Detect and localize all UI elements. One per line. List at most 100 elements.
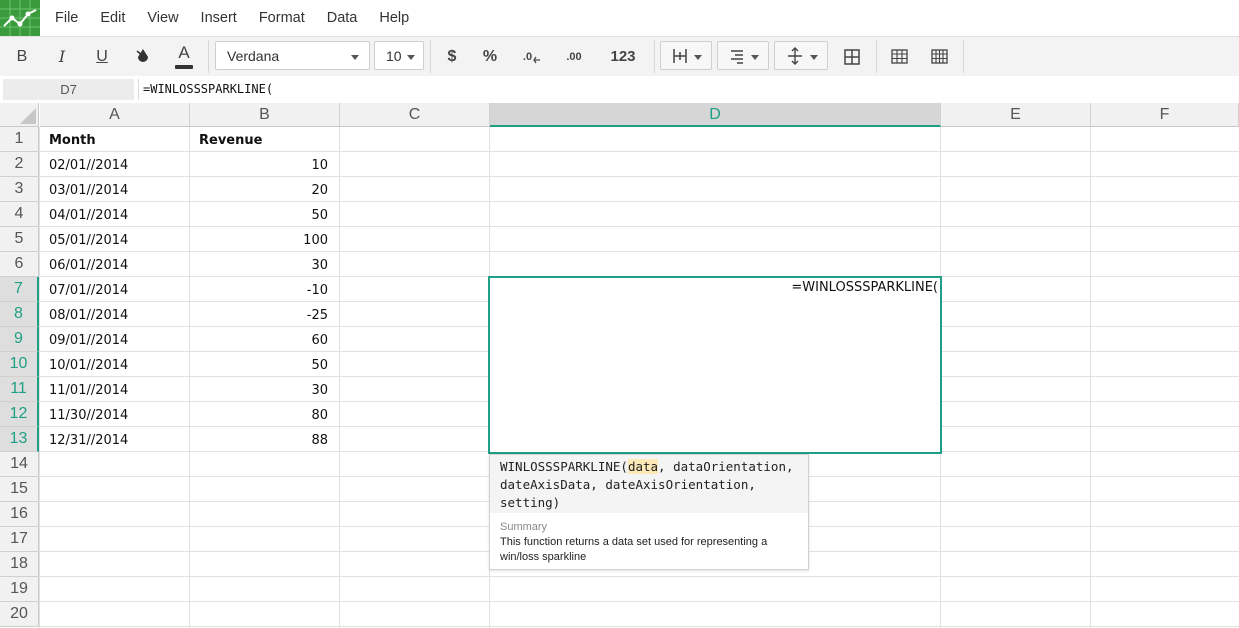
row-header-11[interactable]: 11 — [0, 377, 39, 402]
row-header-14[interactable]: 14 — [0, 452, 39, 477]
row-header-10[interactable]: 10 — [0, 352, 39, 377]
formula-input[interactable]: =WINLOSSSPARKLINE( — [138, 79, 1239, 100]
cell-b10[interactable]: 50 — [190, 353, 339, 378]
cell-b1[interactable]: Revenue — [199, 128, 262, 153]
column-header-b[interactable]: B — [190, 103, 340, 127]
row-header-17[interactable]: 17 — [0, 527, 39, 552]
cell-b3[interactable]: 20 — [190, 178, 339, 203]
function-tooltip: WINLOSSSPARKLINE(data, dataOrientation, … — [489, 454, 809, 570]
cell-a1[interactable]: Month — [49, 128, 189, 153]
borders-dropdown[interactable] — [660, 41, 712, 70]
cell-a11[interactable]: 11/01//2014 — [49, 378, 189, 403]
cell-b8[interactable]: -25 — [190, 303, 339, 328]
row-header-4[interactable]: 4 — [0, 202, 39, 227]
menu-file[interactable]: File — [44, 10, 89, 26]
decrease-decimal-button[interactable]: .0 — [516, 37, 548, 76]
cell-b7[interactable]: -10 — [190, 278, 339, 303]
row-header-12[interactable]: 12 — [0, 402, 39, 427]
row-header-7[interactable]: 7 — [0, 277, 39, 302]
menu-edit[interactable]: Edit — [89, 10, 136, 26]
bold-button[interactable]: B — [8, 37, 36, 76]
column-header-e[interactable]: E — [941, 103, 1091, 127]
fill-color-icon[interactable] — [128, 37, 158, 76]
summary-text: This function returns a data set used fo… — [500, 536, 768, 563]
row-header-5[interactable]: 5 — [0, 227, 39, 252]
cell-b2[interactable]: 10 — [190, 153, 339, 178]
column-header-c[interactable]: C — [340, 103, 490, 127]
cell-a4[interactable]: 04/01//2014 — [49, 203, 189, 228]
name-box[interactable]: D7 — [3, 79, 134, 100]
row-header-8[interactable]: 8 — [0, 302, 39, 327]
cell-a6[interactable]: 06/01//2014 — [49, 253, 189, 278]
column-header-d[interactable]: D — [490, 103, 941, 127]
cell-b13[interactable]: 88 — [190, 428, 339, 453]
row-header-20[interactable]: 20 — [0, 602, 39, 627]
cell-a8[interactable]: 08/01//2014 — [49, 303, 189, 328]
row-header-2[interactable]: 2 — [0, 152, 39, 177]
menu-help[interactable]: Help — [368, 10, 420, 26]
underline-button[interactable]: U — [88, 37, 116, 76]
font-color-button[interactable]: A — [170, 37, 198, 76]
cell-b5[interactable]: 100 — [190, 228, 339, 253]
font-size-value: 10 — [386, 48, 402, 64]
arrow-left-icon — [533, 56, 541, 63]
chevron-down-icon — [810, 55, 818, 60]
signature-name: WINLOSSSPARKLINE( — [500, 459, 628, 474]
font-size-select[interactable]: 10 — [374, 41, 424, 70]
row-header-1[interactable]: 1 — [0, 127, 39, 152]
align-right-icon — [731, 50, 743, 64]
currency-button[interactable]: $ — [438, 37, 466, 76]
row-header-13[interactable]: 13 — [0, 427, 39, 452]
grid-line-horizontal — [39, 576, 1239, 577]
cell-a5[interactable]: 05/01//2014 — [49, 228, 189, 253]
cell-a9[interactable]: 09/01//2014 — [49, 328, 189, 353]
chevron-down-icon — [694, 55, 702, 60]
cell-a10[interactable]: 10/01//2014 — [49, 353, 189, 378]
horizontal-align-dropdown[interactable] — [717, 41, 769, 70]
cell-b11[interactable]: 30 — [190, 378, 339, 403]
row-header-19[interactable]: 19 — [0, 577, 39, 602]
insert-table-button[interactable] — [885, 37, 913, 76]
cell-b12[interactable]: 80 — [190, 403, 339, 428]
vertical-align-dropdown[interactable] — [774, 41, 828, 70]
row-header-6[interactable]: 6 — [0, 252, 39, 277]
menu-format[interactable]: Format — [248, 10, 316, 26]
column-header-f[interactable]: F — [1091, 103, 1239, 127]
row-header-16[interactable]: 16 — [0, 502, 39, 527]
column-header-a[interactable]: A — [40, 103, 190, 127]
percent-button[interactable]: % — [476, 37, 504, 76]
decrease-decimal-label: .0 — [522, 50, 533, 63]
row-header-3[interactable]: 3 — [0, 177, 39, 202]
menu-insert[interactable]: Insert — [190, 10, 248, 26]
select-all-corner[interactable] — [0, 103, 39, 127]
cell-a2[interactable]: 02/01//2014 — [49, 153, 189, 178]
italic-button[interactable]: I — [48, 37, 76, 76]
formula-text: =WINLOSSSPARKLINE( — [143, 82, 274, 96]
menu-view[interactable]: View — [136, 10, 189, 26]
row-header-15[interactable]: 15 — [0, 477, 39, 502]
menu-data[interactable]: Data — [316, 10, 369, 26]
cell-editor[interactable]: =WINLOSSSPARKLINE( — [488, 276, 942, 454]
number-format-button[interactable]: 123 — [603, 37, 643, 76]
table-format-button[interactable] — [925, 37, 953, 76]
cell-b4[interactable]: 50 — [190, 203, 339, 228]
vertical-align-icon — [788, 47, 802, 65]
increase-decimal-label: .00 — [566, 50, 582, 63]
cell-a13[interactable]: 12/31//2014 — [49, 428, 189, 453]
row-header-9[interactable]: 9 — [0, 327, 39, 352]
increase-decimal-button[interactable]: .00 — [558, 37, 590, 76]
cell-b6[interactable]: 30 — [190, 253, 339, 278]
merge-cells-button[interactable] — [838, 37, 866, 76]
cell-a7[interactable]: 07/01//2014 — [49, 278, 189, 303]
cell-a3[interactable]: 03/01//2014 — [49, 178, 189, 203]
cell-a12[interactable]: 11/30//2014 — [49, 403, 189, 428]
grid-line-vertical — [39, 127, 40, 628]
app-logo-icon[interactable] — [0, 0, 40, 36]
font-color-label: A — [178, 43, 190, 62]
cell-b9[interactable]: 60 — [190, 328, 339, 353]
table-icon — [890, 49, 908, 64]
font-color-swatch — [175, 65, 193, 69]
font-name-select[interactable]: Verdana — [215, 41, 370, 70]
row-header-18[interactable]: 18 — [0, 552, 39, 577]
formula-bar: D7 =WINLOSSSPARKLINE( — [0, 76, 1239, 102]
